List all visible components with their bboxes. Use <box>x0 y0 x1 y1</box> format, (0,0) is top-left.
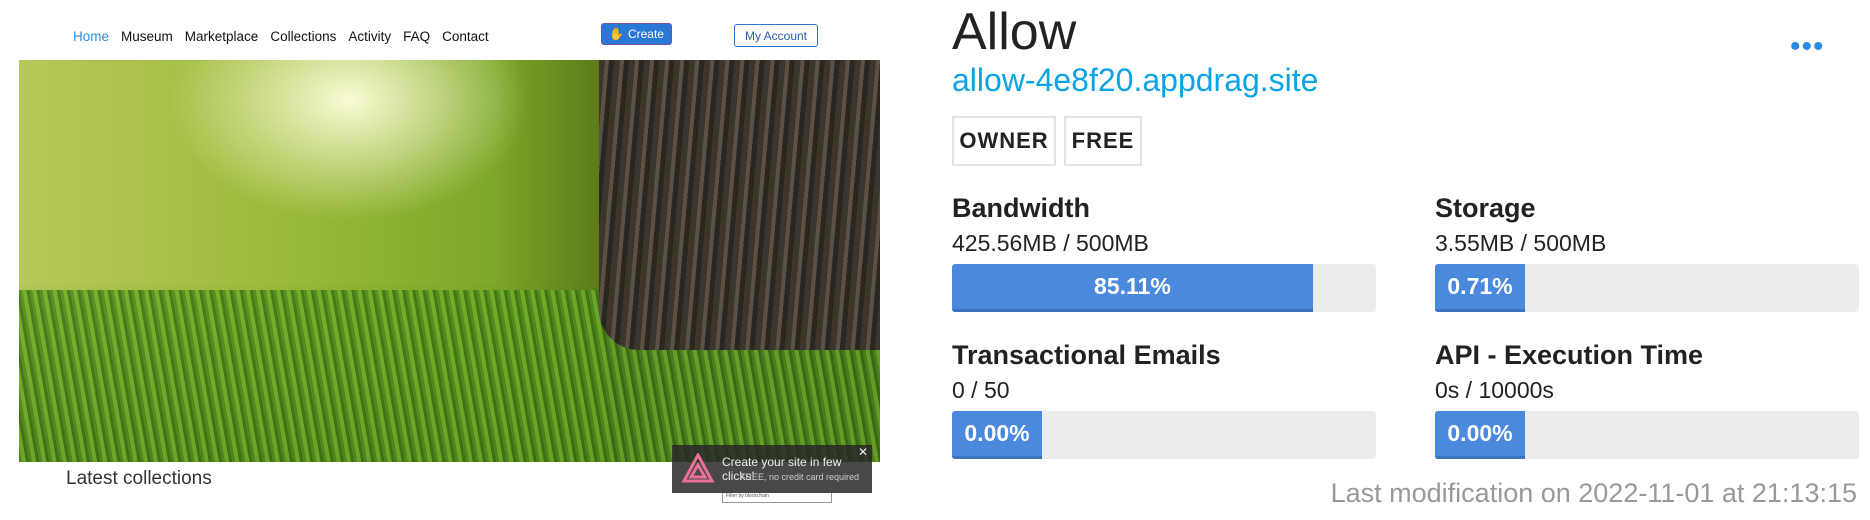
metric-value: 425.56MB / 500MB <box>952 230 1149 256</box>
progress-fill: 85.11% <box>952 264 1313 312</box>
my-account-button[interactable]: My Account <box>734 24 818 47</box>
metric-transactional-emails: Transactional Emails 0 / 50 0.00% <box>952 340 1376 459</box>
last-modification: Last modification on 2022-11-01 at 21:13… <box>1330 478 1857 508</box>
promo-popup[interactable]: Create your site in few clicks! FREE, no… <box>672 445 872 493</box>
progress-bar: 0.71% <box>1435 264 1859 312</box>
metric-bandwidth: Bandwidth 425.56MB / 500MB 85.11% <box>952 193 1376 312</box>
nav-marketplace[interactable]: Marketplace <box>185 29 259 44</box>
progress-fill: 0.00% <box>1435 411 1525 459</box>
nav-activity[interactable]: Activity <box>348 29 391 44</box>
owner-badge: OWNER <box>952 116 1056 166</box>
site-nav: Home Museum Marketplace Collections Acti… <box>73 29 489 44</box>
popup-subtitle: FREE, no credit card required <box>740 472 860 482</box>
site-url-link[interactable]: allow-4e8f20.appdrag.site <box>952 62 1318 99</box>
metric-value: 0s / 10000s <box>1435 377 1554 403</box>
progress-bar: 85.11% <box>952 264 1376 312</box>
metric-api-execution-time: API - Execution Time 0s / 10000s 0.00% <box>1435 340 1859 459</box>
plan-badge: FREE <box>1064 116 1142 166</box>
hero-image <box>19 60 880 462</box>
filter-box: Filter by blockchain <box>722 493 832 503</box>
metric-value: 3.55MB / 500MB <box>1435 230 1607 256</box>
create-label: Create <box>627 27 664 41</box>
create-button[interactable]: ✋ Create <box>601 23 672 45</box>
nav-collections[interactable]: Collections <box>270 29 336 44</box>
nav-home[interactable]: Home <box>73 29 109 44</box>
nav-faq[interactable]: FAQ <box>403 29 430 44</box>
metric-value: 0 / 50 <box>952 377 1010 403</box>
metric-label: Storage <box>1435 193 1536 223</box>
more-dots-icon[interactable]: ••• <box>1790 30 1825 64</box>
metric-label: API - Execution Time <box>1435 340 1704 370</box>
tree-trunk <box>599 60 880 350</box>
appdrag-logo-icon <box>682 453 714 483</box>
nav-museum[interactable]: Museum <box>121 29 173 44</box>
metric-label: Transactional Emails <box>952 340 1221 370</box>
progress-bar: 0.00% <box>1435 411 1859 459</box>
nav-contact[interactable]: Contact <box>442 29 489 44</box>
progress-fill: 0.71% <box>1435 264 1525 312</box>
progress-fill: 0.00% <box>952 411 1042 459</box>
hand-icon: ✋ <box>609 27 624 41</box>
metric-storage: Storage 3.55MB / 500MB 0.71% <box>1435 193 1859 312</box>
site-title: Allow <box>952 3 1077 61</box>
progress-bar: 0.00% <box>952 411 1376 459</box>
close-icon[interactable]: ✕ <box>858 445 868 459</box>
metric-label: Bandwidth <box>952 193 1090 223</box>
latest-collections-heading: Latest collections <box>66 468 212 489</box>
